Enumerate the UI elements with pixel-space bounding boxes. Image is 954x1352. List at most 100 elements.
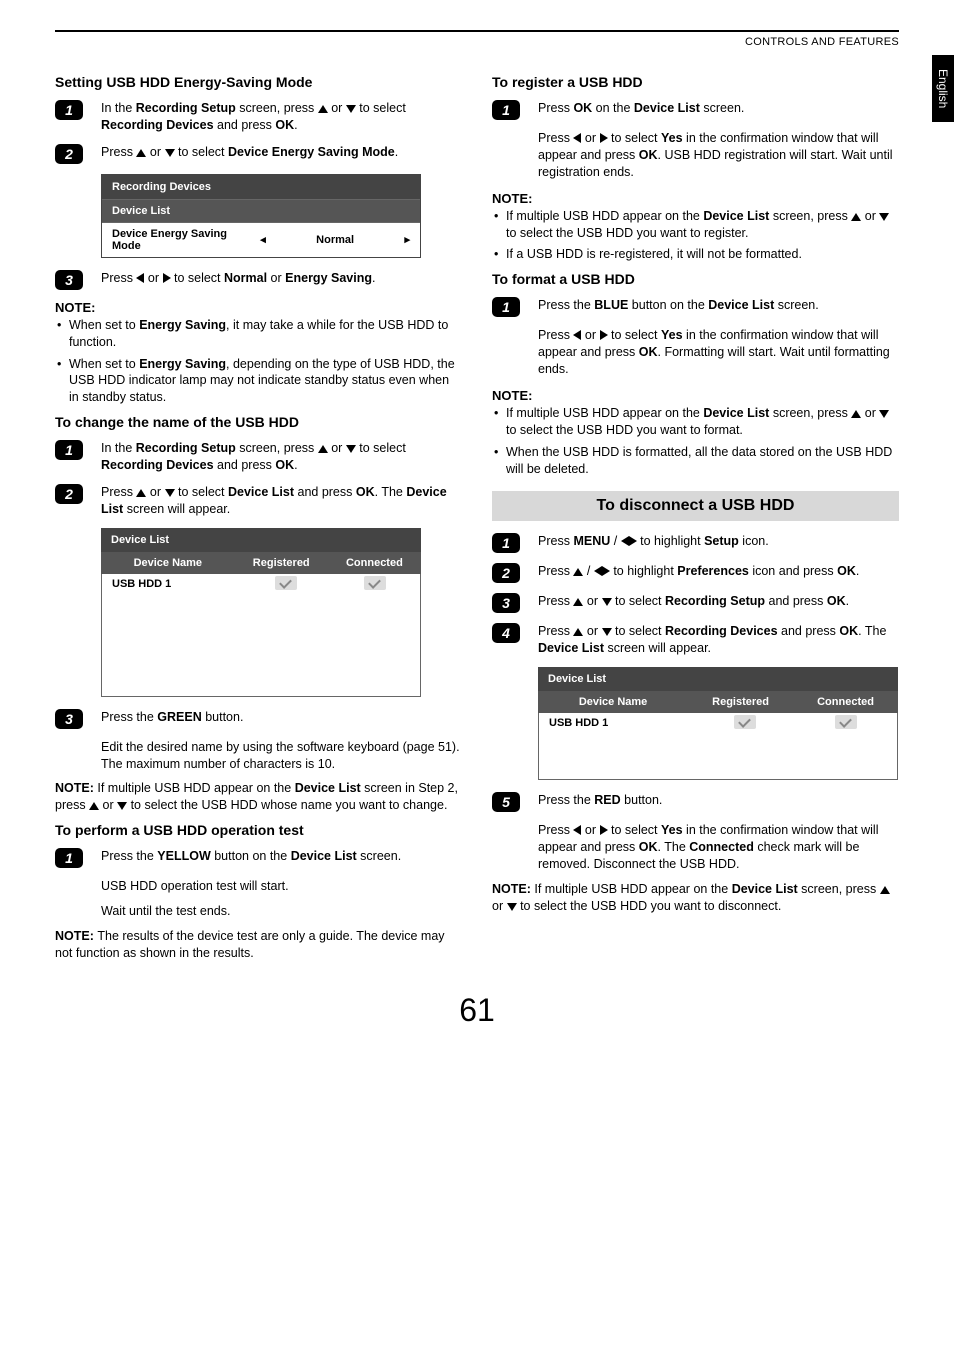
text: If multiple USB HDD appear on the (506, 406, 703, 420)
triangle-right-icon (602, 566, 610, 576)
text: Connected (689, 840, 754, 854)
col-header: Registered (235, 552, 328, 574)
text: to select the USB HDD whose name you wan… (127, 798, 447, 812)
step-body: In the Recording Setup screen, press or … (101, 440, 462, 474)
text: Press (538, 564, 573, 578)
osd-setting-name: Device Energy Saving Mode (102, 223, 250, 257)
osd-title: Device List (538, 667, 898, 691)
triangle-up-icon (136, 489, 146, 497)
text: When the USB HDD is formatted, all the d… (492, 444, 899, 478)
header-section: CONTROLS AND FEATURES (55, 36, 899, 48)
section-title-change-name: To change the name of the USB HDD (55, 414, 462, 430)
text: Yes (661, 131, 683, 145)
text: OK (837, 564, 856, 578)
text: Device List (295, 781, 361, 795)
step-badge-1: 1 (492, 533, 520, 553)
text: Preferences (677, 564, 749, 578)
col-header: Connected (793, 691, 898, 713)
text: screen, press (798, 882, 880, 896)
text: to select (175, 145, 229, 159)
text: . (856, 564, 859, 578)
text: Press the (538, 298, 594, 312)
step-badge-1: 1 (492, 297, 520, 317)
text: screen will appear. (123, 502, 230, 516)
triangle-up-icon (880, 886, 890, 894)
step-body: USB HDD operation test will start. (101, 878, 462, 895)
col-header: Device Name (101, 552, 235, 574)
text: OK (827, 594, 846, 608)
step-body: Press or to select Normal or Energy Savi… (101, 270, 462, 287)
osd-row: Device List (102, 200, 420, 222)
triangle-down-icon (602, 628, 612, 636)
text: or (581, 131, 599, 145)
text: When set to (69, 357, 139, 371)
left-column: Setting USB HDD Energy-Saving Mode 1 In … (55, 66, 462, 962)
text: Press the (101, 710, 157, 724)
text: Press (538, 594, 573, 608)
text: icon. (739, 534, 769, 548)
triangle-up-icon (573, 598, 583, 606)
text: or (146, 145, 164, 159)
step-body: Press the YELLOW button on the Device Li… (101, 848, 462, 865)
triangle-up-icon (573, 568, 583, 576)
section-title-energy: Setting USB HDD Energy-Saving Mode (55, 74, 462, 90)
text: OK (275, 458, 294, 472)
text: When set to (69, 318, 139, 332)
text: Yes (661, 328, 683, 342)
text: . The (375, 485, 407, 499)
text: screen. (357, 849, 401, 863)
step-body: Press the BLUE button on the Device List… (538, 297, 899, 314)
triangle-down-icon (165, 149, 175, 157)
step-body: Wait until the test ends. (101, 903, 462, 920)
text: RED (594, 793, 620, 807)
text: If multiple USB HDD appear on the (506, 209, 703, 223)
triangle-right-icon (600, 825, 608, 835)
col-header: Connected (328, 552, 421, 574)
text: Device List (634, 101, 700, 115)
text: Normal (224, 271, 267, 285)
language-tab: English (932, 55, 954, 122)
step-badge-3: 3 (55, 709, 83, 729)
text: and press (765, 594, 827, 608)
text: OK (839, 624, 858, 638)
triangle-right-icon (600, 330, 608, 340)
text: OK (275, 118, 294, 132)
step-body: Press OK on the Device List screen. (538, 100, 899, 117)
osd-recording-devices: Recording Devices Device List Device Ene… (101, 174, 421, 258)
step-badge-2: 2 (492, 563, 520, 583)
step-badge-3: 3 (492, 593, 520, 613)
text: . (294, 458, 297, 472)
text: or (581, 328, 599, 342)
text: to highlight (637, 534, 704, 548)
text: Press (538, 131, 573, 145)
step-badge-1: 1 (55, 100, 83, 120)
text: button on the (628, 298, 708, 312)
section-title-register: To register a USB HDD (492, 74, 899, 90)
text: . (372, 271, 375, 285)
step-body: Press / to highlight Preferences icon an… (538, 563, 899, 580)
text: to select (356, 101, 406, 115)
triangle-down-icon (165, 489, 175, 497)
text: screen, press (236, 441, 318, 455)
text: to select (175, 485, 229, 499)
check-icon (364, 576, 386, 590)
right-column: To register a USB HDD 1 Press OK on the … (492, 66, 899, 962)
text: or (581, 823, 599, 837)
text: Device List (708, 298, 774, 312)
step-body: Press or to select Yes in the confirmati… (538, 130, 899, 181)
text: Press (101, 145, 136, 159)
text: screen, press (236, 101, 318, 115)
triangle-up-icon (851, 410, 861, 418)
note: NOTE: If multiple USB HDD appear on the … (55, 780, 462, 814)
triangle-right-icon (163, 273, 171, 283)
triangle-down-icon (879, 410, 889, 418)
text: to select the USB HDD you want to format… (506, 423, 743, 437)
text: to select the USB HDD you want to regist… (506, 226, 748, 240)
triangle-down-icon (602, 598, 612, 606)
text: to highlight (610, 564, 677, 578)
text: Energy Saving (139, 318, 226, 332)
osd-arrow-right-icon: ▸ (394, 228, 420, 251)
text: If a USB HDD is re-registered, it will n… (492, 246, 899, 263)
step-badge-1: 1 (55, 440, 83, 460)
text: or (861, 209, 879, 223)
